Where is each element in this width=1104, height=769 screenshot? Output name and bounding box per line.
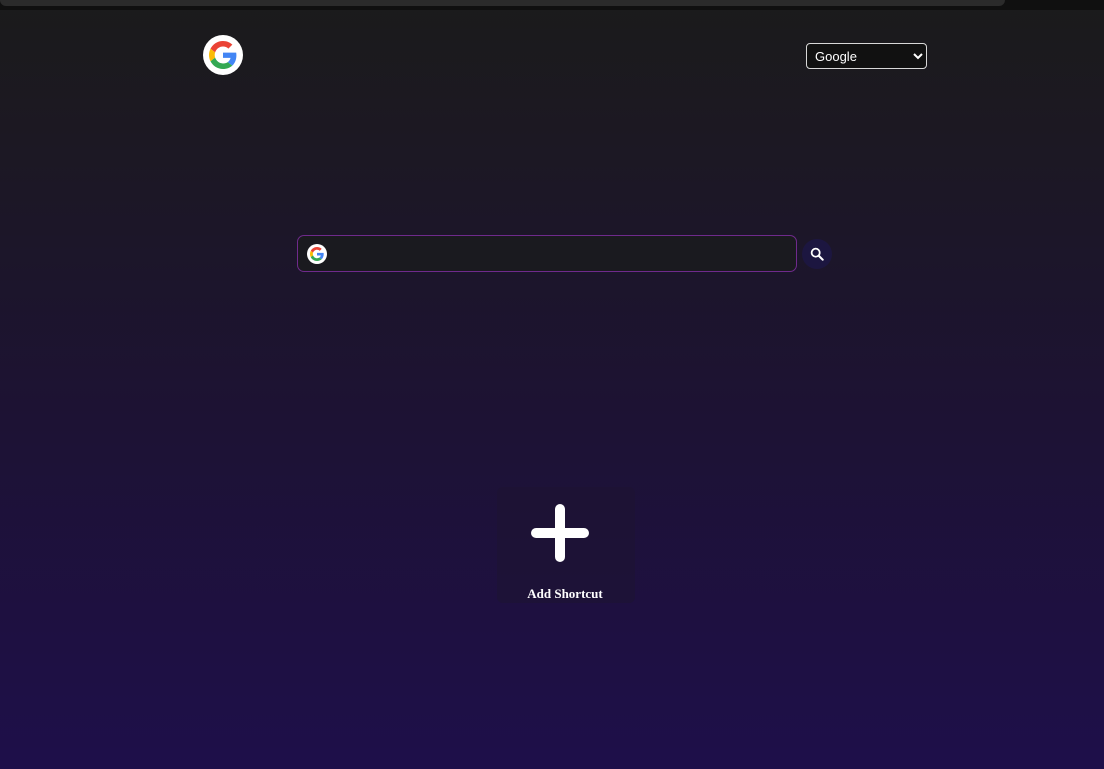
google-logo[interactable] [203,35,243,75]
google-g-icon [310,247,324,261]
search-button[interactable] [802,239,832,269]
add-shortcut-tile[interactable]: Add Shortcut [497,487,635,603]
add-shortcut-label: Add Shortcut [527,586,603,601]
magnifier-icon [810,247,824,261]
horizontal-scrollbar[interactable] [0,0,1005,6]
search-bar[interactable] [297,235,797,272]
search-input[interactable] [336,238,792,271]
top-bar [0,0,1104,10]
google-g-icon [209,41,237,69]
search-engine-select[interactable]: Google [806,43,927,69]
plus-icon [531,504,589,562]
search-engine-badge [307,244,327,264]
